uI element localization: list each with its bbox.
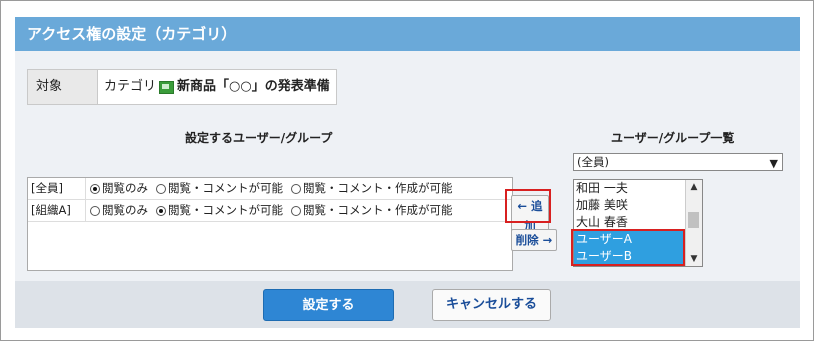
dialog-footer [15,281,800,328]
permission-row[interactable]: [全員] 閲覧のみ 閲覧・コメントが可能 閲覧・コメント・作成が可能 [28,178,512,200]
permission-subject: [全員] [28,178,86,199]
radio-icon[interactable] [90,205,100,216]
radio-icon[interactable] [291,205,301,216]
listbox-scrollbar[interactable]: ▲ ▼ [685,180,702,266]
target-prefix: カテゴリ [104,79,157,94]
radio-option[interactable]: 閲覧・コメント・作成が可能 [287,178,457,199]
screenshot-frame: アクセス権の設定（カテゴリ） 対象 カテゴリ 新商品「○○」の発表準備 設定する… [0,0,814,341]
dialog-title: アクセス権の設定（カテゴリ） [15,17,800,51]
submit-button[interactable]: 設定する [263,289,394,321]
permission-row[interactable]: [組織A] 閲覧のみ 閲覧・コメントが可能 閲覧・コメント・作成が可能 [28,200,512,222]
radio-option[interactable]: 閲覧のみ [86,178,152,199]
scroll-up-icon[interactable]: ▲ [686,180,702,194]
radio-option[interactable]: 閲覧・コメント・作成が可能 [287,200,457,221]
radio-icon[interactable] [291,183,301,194]
available-section-label: ユーザー/グループ一覧 [611,131,735,145]
chevron-down-icon: ▼ [769,157,778,170]
target-row: 対象 カテゴリ 新商品「○○」の発表準備 [27,69,337,105]
scroll-down-icon[interactable]: ▼ [686,252,702,266]
list-item[interactable]: 加藤 美咲 [574,197,702,214]
selected-users-highlight [571,229,685,266]
target-value: カテゴリ 新商品「○○」の発表準備 [98,70,336,104]
assigned-section-label: 設定するユーザー/グループ [185,131,333,145]
target-label: 対象 [28,70,98,104]
permission-table: [全員] 閲覧のみ 閲覧・コメントが可能 閲覧・コメント・作成が可能 [組織A]… [27,177,513,271]
remove-button[interactable]: 削除 → [511,229,557,251]
cancel-button[interactable]: キャンセルする [432,289,551,321]
access-settings-dialog: アクセス権の設定（カテゴリ） 対象 カテゴリ 新商品「○○」の発表準備 設定する… [15,17,800,328]
target-name: 新商品「○○」の発表準備 [177,79,330,94]
add-button-highlight [505,189,551,223]
radio-selected-icon[interactable] [156,205,166,216]
radio-icon[interactable] [156,183,166,194]
category-folder-icon [159,80,175,94]
radio-selected-icon[interactable] [90,183,100,194]
radio-option[interactable]: 閲覧・コメントが可能 [152,178,287,199]
list-item[interactable]: 和田 一夫 [574,180,702,197]
scroll-thumb[interactable] [688,212,699,228]
radio-option[interactable]: 閲覧のみ [86,200,152,221]
permission-subject: [組織A] [28,200,86,221]
group-select[interactable]: (全員) ▼ [573,153,783,171]
radio-option[interactable]: 閲覧・コメントが可能 [152,200,287,221]
